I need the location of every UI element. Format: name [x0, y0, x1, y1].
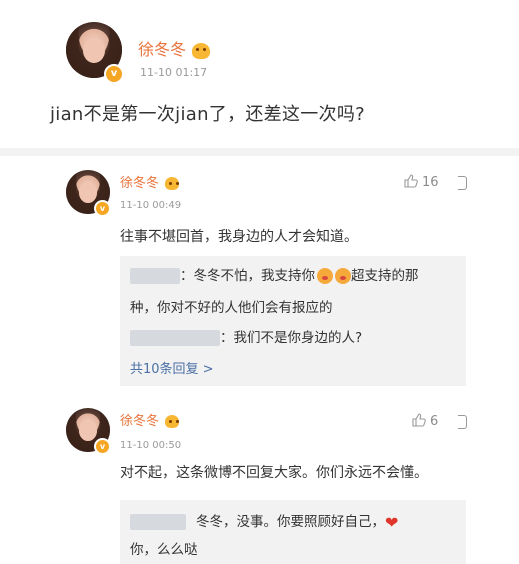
blurred-username — [130, 268, 180, 284]
blurred-username — [130, 330, 220, 346]
verified-icon: v — [94, 200, 111, 217]
thumbs-up-icon — [404, 174, 418, 188]
comment-time: 11-10 00:49 — [120, 200, 182, 211]
reply-text-cont: 超支持的那 — [351, 268, 419, 284]
post-text: jian不是第一次jian了，还差这一次吗? — [50, 104, 366, 125]
like-button[interactable]: 16 — [404, 174, 439, 190]
like-button[interactable]: 6 — [412, 413, 438, 429]
post-time: 11-10 01:17 — [140, 66, 208, 79]
comment-text: 对不起，这条微博不回复大家。你们永远不会懂。 — [120, 465, 428, 481]
membership-icon — [165, 415, 180, 428]
reply-text: ：冬冬不怕，我支持你 — [180, 268, 315, 284]
reply-line-2: 你，么么哒 — [130, 542, 198, 558]
comment-author-name[interactable]: 徐冬冬 — [120, 410, 180, 429]
verified-icon: v — [94, 438, 111, 455]
comment-author-label: 徐冬冬 — [120, 414, 160, 429]
weibo-post: v 徐冬冬 11-10 01:17 jian不是第一次jian了，还差这一次吗? — [0, 0, 519, 142]
thumbs-up-icon — [412, 413, 426, 427]
emoji-icon — [335, 268, 351, 284]
reply-line: 冬冬，没事。你要照顾好自己，❤ — [130, 510, 399, 530]
reply-icon[interactable] — [458, 176, 467, 190]
verified-icon: v — [104, 64, 124, 84]
comment-text: 往事不堪回首，我身边的人才会知道。 — [120, 229, 358, 245]
comment-author-label: 徐冬冬 — [120, 176, 160, 191]
more-replies-link[interactable]: 共10条回复 > — [130, 358, 214, 377]
reply-line-2: 种，你对不好的人他们会有报应的 — [130, 300, 333, 316]
post-author-label: 徐冬冬 — [138, 40, 187, 59]
avatar-face — [79, 420, 97, 441]
avatar-face — [79, 182, 97, 203]
like-count: 6 — [430, 414, 439, 429]
emoji-icon — [317, 268, 333, 284]
reply-icon[interactable] — [458, 415, 467, 429]
comment-author-name[interactable]: 徐冬冬 — [120, 172, 180, 191]
reply-text: ：我们不是你身边的人? — [220, 330, 363, 346]
like-count: 16 — [422, 175, 439, 190]
reply-line: ：我们不是你身边的人? — [130, 326, 362, 346]
membership-icon — [192, 42, 211, 59]
reply-text: 冬冬，没事。你要照顾好自己， — [196, 514, 385, 530]
membership-icon — [165, 177, 180, 190]
comment-time: 11-10 00:50 — [120, 440, 182, 451]
heart-icon: ❤ — [385, 512, 399, 532]
section-divider — [0, 148, 519, 156]
blurred-username — [130, 514, 186, 530]
post-author-name[interactable]: 徐冬冬 — [138, 36, 211, 60]
reply-line: ：冬冬不怕，我支持你 超支持的那 — [130, 264, 419, 284]
